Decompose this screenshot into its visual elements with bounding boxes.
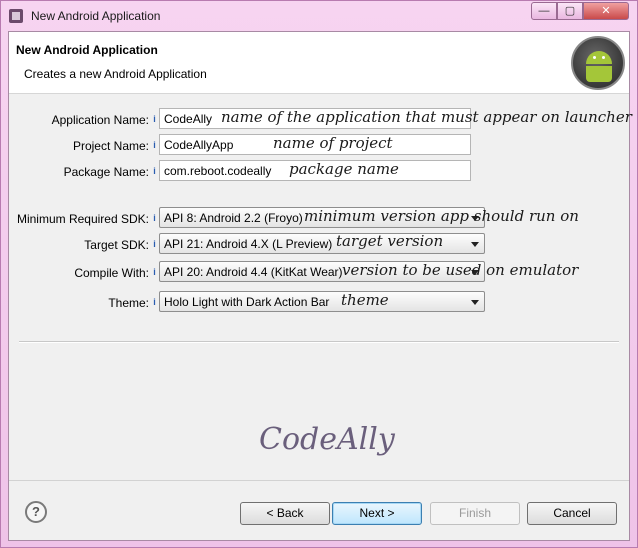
compile-with-label: Compile With:	[74, 266, 149, 280]
application-name-label: Application Name:	[51, 113, 149, 127]
theme-value: Holo Light with Dark Action Bar	[164, 295, 330, 309]
info-icon[interactable]: i	[150, 166, 159, 177]
minimize-button[interactable]: —	[531, 2, 557, 20]
theme-row: Theme:	[9, 292, 149, 314]
application-name-annotation: name of the application that must appear…	[221, 108, 632, 126]
codeally-watermark: CodeAlly	[259, 422, 395, 457]
min-sdk-label: Minimum Required SDK:	[16, 212, 149, 226]
min-sdk-annotation: minimum version app should run on	[304, 207, 579, 225]
close-button[interactable]: ✕	[583, 2, 629, 20]
wizard-header: New Android Application Creates a new An…	[9, 32, 629, 94]
android-eye	[602, 56, 605, 59]
section-divider	[19, 341, 619, 343]
info-icon[interactable]: i	[150, 267, 159, 278]
maximize-button[interactable]: ▢	[557, 2, 583, 20]
next-button[interactable]: Next >	[332, 502, 422, 525]
info-icon[interactable]: i	[150, 213, 159, 224]
info-icon[interactable]: i	[150, 140, 159, 151]
project-name-label: Project Name:	[72, 139, 149, 153]
target-sdk-value: API 21: Android 4.X (L Preview)	[164, 237, 333, 251]
android-robot-icon	[571, 36, 625, 90]
min-sdk-row: Minimum Required SDK:	[9, 208, 149, 230]
window-title: New Android Application	[31, 9, 161, 23]
cancel-button[interactable]: Cancel	[527, 502, 617, 525]
finish-button[interactable]: Finish	[430, 502, 520, 525]
compile-with-value: API 20: Android 4.4 (KitKat Wear)	[164, 265, 343, 279]
project-name-annotation: name of project	[273, 134, 393, 152]
back-button[interactable]: < Back	[240, 502, 330, 525]
target-sdk-label: Target SDK:	[84, 238, 149, 252]
package-name-label: Package Name:	[63, 165, 149, 179]
info-icon[interactable]: i	[150, 297, 159, 308]
window-app-icon	[9, 9, 23, 23]
dialog-window: New Android Application — ▢ ✕ New Androi…	[0, 0, 638, 548]
package-name-row: Package Name:	[9, 161, 149, 183]
project-name-row: Project Name:	[9, 135, 149, 157]
target-sdk-row: Target SDK:	[9, 234, 149, 256]
target-sdk-annotation: target version	[336, 232, 444, 250]
footer-divider	[9, 480, 629, 481]
theme-label: Theme:	[108, 296, 149, 310]
theme-annotation: theme	[341, 291, 389, 309]
wizard-title: New Android Application	[16, 43, 158, 57]
android-eye	[593, 56, 596, 59]
android-body	[586, 66, 612, 82]
wizard-subtitle: Creates a new Android Application	[24, 67, 207, 81]
application-name-row: Application Name:	[9, 109, 149, 131]
chevron-down-icon	[471, 300, 479, 305]
dialog-client-area: New Android Application Creates a new An…	[8, 31, 632, 541]
info-icon[interactable]: i	[150, 239, 159, 250]
compile-with-annotation: version to be used on emulator	[342, 261, 579, 279]
package-name-annotation: package name	[289, 160, 399, 178]
android-head	[586, 51, 612, 64]
min-sdk-value: API 8: Android 2.2 (Froyo)	[164, 211, 303, 225]
title-bar[interactable]: New Android Application — ▢ ✕	[1, 1, 637, 31]
theme-select[interactable]: Holo Light with Dark Action Bar	[159, 291, 485, 312]
chevron-down-icon	[471, 242, 479, 247]
info-icon[interactable]: i	[150, 114, 159, 125]
compile-with-row: Compile With:	[9, 262, 149, 284]
help-icon[interactable]: ?	[25, 501, 47, 523]
